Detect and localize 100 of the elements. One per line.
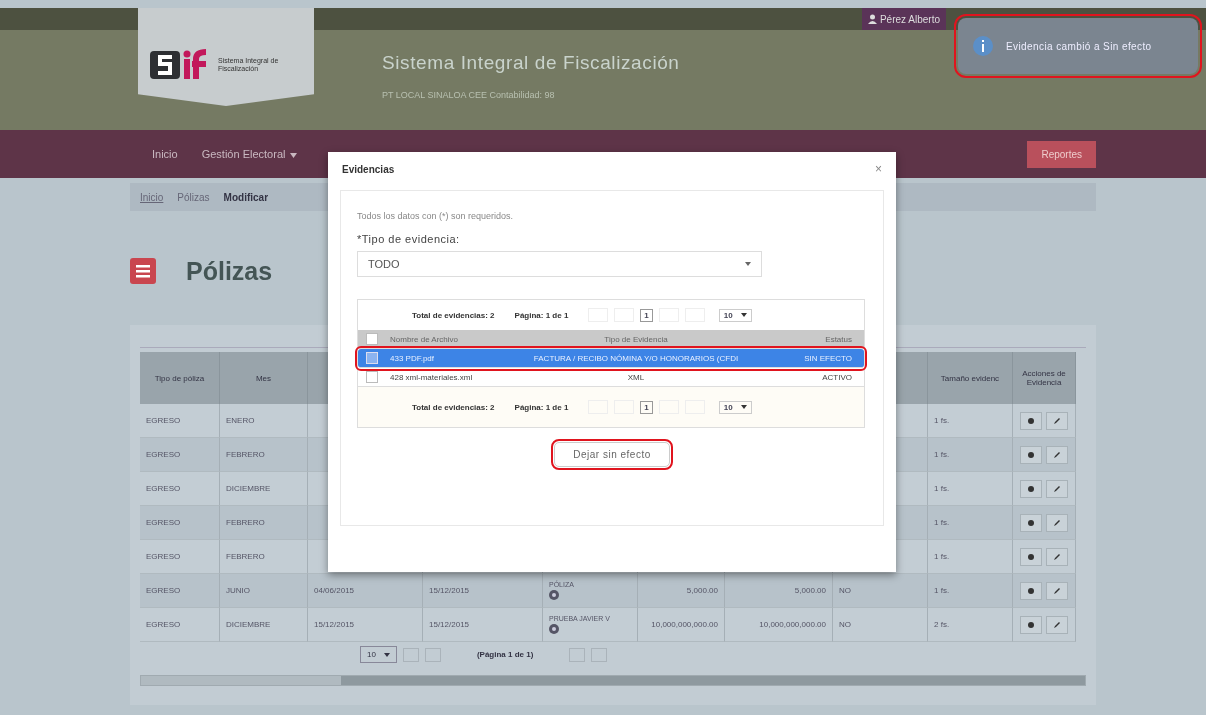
eye-icon bbox=[1027, 620, 1035, 629]
gear-icon[interactable] bbox=[549, 624, 559, 634]
breadcrumb-link[interactable]: Pólizas bbox=[177, 191, 210, 203]
eye-icon bbox=[1027, 416, 1035, 425]
nav-item[interactable]: Inicio bbox=[152, 148, 178, 160]
table-cell: 04/06/2015 bbox=[308, 574, 423, 608]
evidence-row[interactable]: 433 PDF.pdf FACTURA / RECIBO NÓMINA Y/O HONORARIOS (CFDI SIN EFECTO bbox=[358, 349, 864, 368]
nav-item[interactable]: Gestión Electoral bbox=[201, 148, 298, 160]
column-header[interactable]: Mes bbox=[220, 352, 308, 404]
reports-button[interactable]: Reportes bbox=[1027, 140, 1096, 168]
view-button[interactable] bbox=[1020, 411, 1042, 430]
table-cell: 1 fs. bbox=[928, 540, 1013, 574]
table-cell: 1 fs. bbox=[928, 438, 1013, 472]
table-cell: 10,000,000,000.00 bbox=[638, 608, 725, 642]
eye-icon bbox=[1027, 586, 1035, 595]
caret-icon bbox=[745, 262, 751, 266]
first-page-button[interactable] bbox=[424, 647, 441, 662]
table-cell: 10,000,000,000.00 bbox=[725, 608, 833, 642]
table-cell: 1 fs. bbox=[928, 404, 1013, 438]
row-checkbox[interactable] bbox=[366, 352, 378, 364]
pencil-icon bbox=[1053, 484, 1061, 493]
page-input[interactable]: 1 bbox=[640, 400, 653, 414]
total-count: Total de evidencias: 2 bbox=[412, 310, 495, 320]
view-button[interactable] bbox=[1020, 581, 1042, 600]
dialog-title: Evidencias bbox=[342, 163, 395, 175]
caret-icon bbox=[383, 652, 390, 657]
page-input[interactable]: 1 bbox=[640, 308, 653, 322]
table-cell: NO bbox=[833, 608, 928, 642]
void-button[interactable]: Dejar sin efecto bbox=[554, 442, 670, 467]
last-page-button[interactable] bbox=[591, 647, 608, 662]
select-all-checkbox[interactable] bbox=[366, 333, 378, 345]
table-cell: 1 fs. bbox=[928, 574, 1013, 608]
view-button[interactable] bbox=[1020, 479, 1042, 498]
row-checkbox[interactable] bbox=[366, 371, 378, 383]
status-text: SIN EFECTO bbox=[803, 353, 852, 363]
eye-icon bbox=[1027, 518, 1035, 527]
table-cell: DICIEMBRE bbox=[220, 472, 308, 506]
pencil-icon bbox=[1053, 416, 1061, 425]
pencil-icon bbox=[1053, 552, 1061, 561]
column-header[interactable]: Tipo de póliza bbox=[140, 352, 220, 404]
table-cell: FEBRERO bbox=[220, 438, 308, 472]
notification-text: Evidencia cambió a Sin efecto bbox=[1006, 40, 1152, 52]
next-page-button[interactable] bbox=[569, 647, 586, 662]
view-button[interactable] bbox=[1020, 547, 1042, 566]
page-indicator: (Página 1 de 1) bbox=[476, 650, 534, 659]
user-icon bbox=[867, 14, 877, 24]
breadcrumb-link[interactable]: Inicio bbox=[140, 191, 164, 203]
close-button[interactable]: × bbox=[875, 162, 882, 176]
required-note: Todos los datos con (*) son requeridos. bbox=[357, 211, 515, 221]
horizontal-scrollbar[interactable] bbox=[140, 675, 1086, 686]
evidence-type: XML bbox=[626, 372, 646, 382]
caret-icon bbox=[740, 313, 747, 317]
page-indicator: Página: 1 de 1 bbox=[514, 310, 569, 320]
view-button[interactable] bbox=[1020, 513, 1042, 532]
table-cell: FEBRERO bbox=[220, 506, 308, 540]
total-count: Total de evidencias: 2 bbox=[412, 402, 495, 412]
page-size-select[interactable]: 10 bbox=[360, 646, 397, 663]
table-cell: EGRESO bbox=[140, 608, 220, 642]
site-title: Sistema Integral de Fiscalización bbox=[382, 52, 680, 74]
table-cell: EGRESO bbox=[140, 472, 220, 506]
table-cell: ENERO bbox=[220, 404, 308, 438]
gear-icon[interactable] bbox=[549, 590, 559, 600]
table-cell: EGRESO bbox=[140, 438, 220, 472]
menu-icon bbox=[130, 258, 156, 284]
table-cell: NO bbox=[833, 574, 928, 608]
column-header[interactable]: Acciones de Evidencia bbox=[1013, 352, 1076, 404]
file-name: 433 PDF.pdf bbox=[390, 353, 436, 363]
column-header[interactable]: Nombre de Archivo bbox=[390, 334, 494, 344]
table-cell: 1 fs. bbox=[928, 506, 1013, 540]
table-cell: EGRESO bbox=[140, 574, 220, 608]
pencil-icon bbox=[1053, 518, 1061, 527]
column-header[interactable]: Tamaño evidenc bbox=[928, 352, 1013, 404]
table-cell: 5,000.00 bbox=[638, 574, 725, 608]
table-cell: EGRESO bbox=[140, 506, 220, 540]
column-header[interactable]: Estatus bbox=[772, 334, 852, 344]
user-menu[interactable]: Pérez Alberto bbox=[861, 8, 946, 30]
evidence-type: FACTURA / RECIBO NÓMINA Y/O HONORARIOS (CFDI bbox=[532, 353, 740, 363]
table-cell: 2 fs. bbox=[928, 608, 1013, 642]
prev-page-button[interactable] bbox=[402, 647, 419, 662]
status-text: ACTIVO bbox=[821, 372, 852, 382]
eye-icon bbox=[1027, 552, 1035, 561]
page-size-select[interactable]: 10 bbox=[718, 400, 752, 414]
page-size-select[interactable]: 10 bbox=[718, 308, 752, 322]
table-cell: EGRESO bbox=[140, 540, 220, 574]
table-cell: 1 fs. bbox=[928, 472, 1013, 506]
view-button[interactable] bbox=[1020, 445, 1042, 464]
evidence-type-select[interactable]: TODO bbox=[357, 251, 762, 277]
table-cell: 15/12/2015 bbox=[308, 608, 423, 642]
table-cell: 15/12/2015 bbox=[423, 574, 543, 608]
page-indicator: Página: 1 de 1 bbox=[514, 402, 569, 412]
column-header[interactable]: Tipo de Evidencia bbox=[494, 334, 772, 344]
file-name: 428 xml-materiales.xml bbox=[390, 372, 474, 382]
table-cell: FEBRERO bbox=[220, 540, 308, 574]
pencil-icon bbox=[1053, 586, 1061, 595]
pencil-icon bbox=[1053, 620, 1061, 629]
eye-icon bbox=[1027, 484, 1035, 493]
view-button[interactable] bbox=[1020, 615, 1042, 634]
pencil-icon bbox=[1053, 450, 1061, 459]
site-subtitle: PT LOCAL SINALOA CEE Contabilidad: 98 bbox=[382, 90, 556, 100]
eye-icon bbox=[1027, 450, 1035, 459]
